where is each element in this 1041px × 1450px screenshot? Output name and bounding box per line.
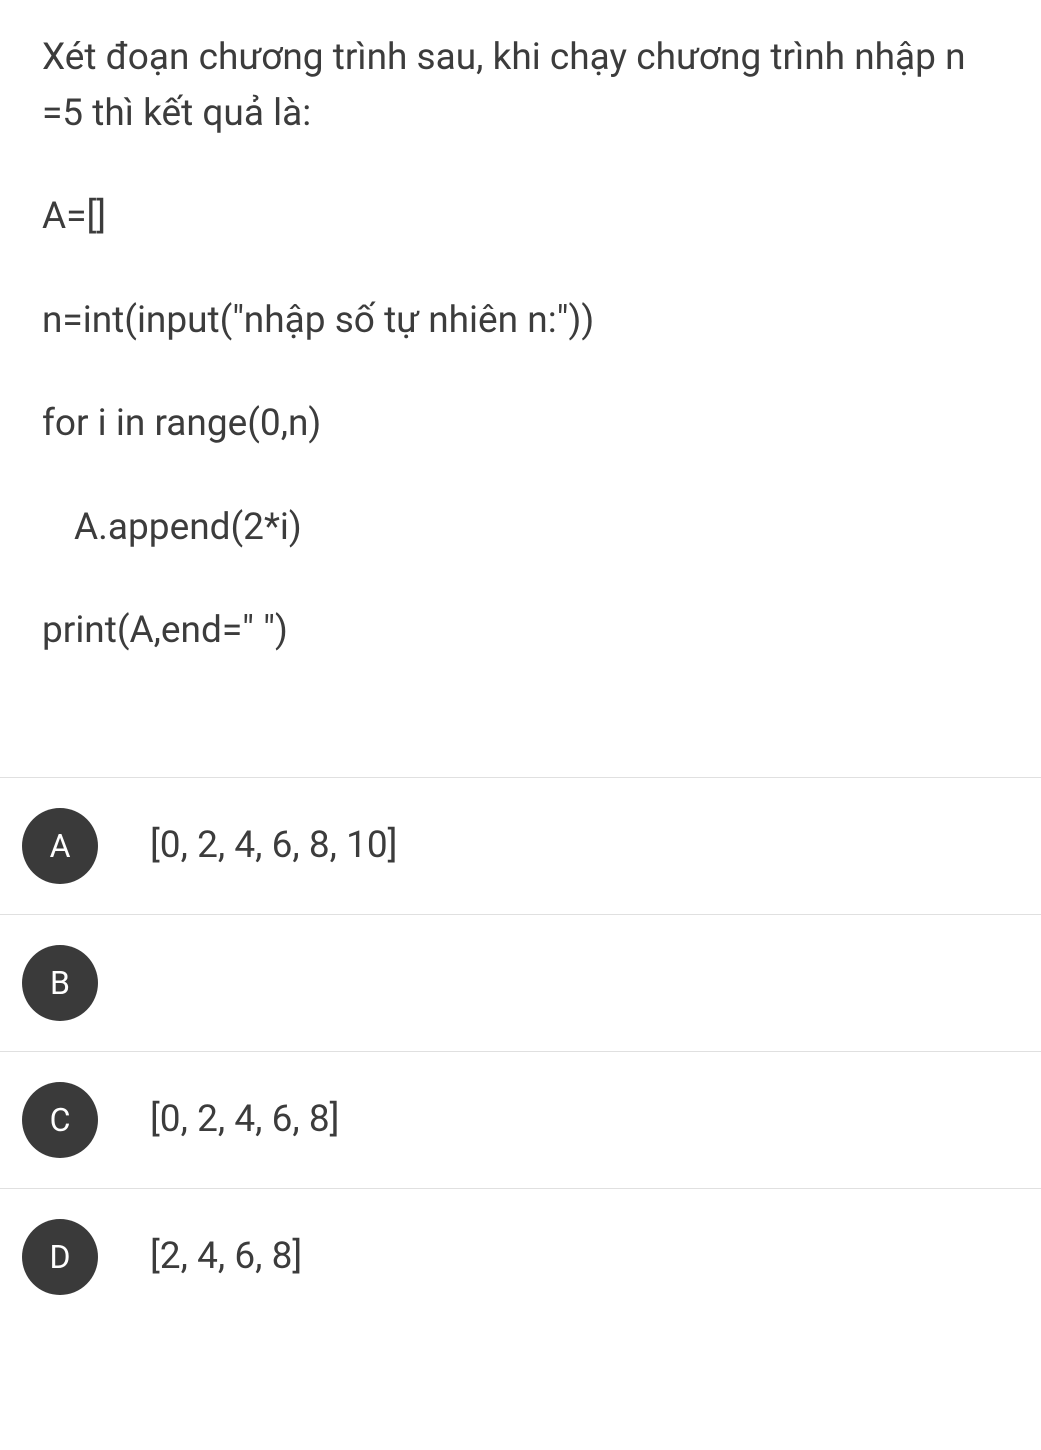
question-container: Xét đoạn chương trình sau, khi chạy chươ… — [0, 0, 1041, 757]
code-line-3: for i in range(0,n) — [42, 396, 999, 452]
answer-letter-b: B — [22, 945, 98, 1021]
answer-letter-d: D — [22, 1219, 98, 1295]
code-line-1: A=[] — [42, 189, 999, 245]
answer-text-d: [2, 4, 6, 8] — [150, 1235, 302, 1278]
code-line-5: print(A,end=" ") — [42, 603, 999, 659]
code-line-2: n=int(input("nhập số tự nhiên n:")) — [42, 293, 999, 349]
code-line-4: A.append(2*i) — [42, 500, 999, 556]
answers-container: A [0, 2, 4, 6, 8, 10] B C [0, 2, 4, 6, 8… — [0, 777, 1041, 1335]
answer-option-c[interactable]: C [0, 2, 4, 6, 8] — [0, 1051, 1041, 1188]
answer-option-b[interactable]: B — [0, 914, 1041, 1051]
answer-text-a: [0, 2, 4, 6, 8, 10] — [150, 824, 397, 867]
answer-letter-c: C — [22, 1082, 98, 1158]
answer-text-c: [0, 2, 4, 6, 8] — [150, 1098, 339, 1141]
question-prompt: Xét đoạn chương trình sau, khi chạy chươ… — [42, 30, 999, 141]
answer-letter-a: A — [22, 808, 98, 884]
answer-option-a[interactable]: A [0, 2, 4, 6, 8, 10] — [0, 777, 1041, 914]
answer-option-d[interactable]: D [2, 4, 6, 8] — [0, 1188, 1041, 1335]
